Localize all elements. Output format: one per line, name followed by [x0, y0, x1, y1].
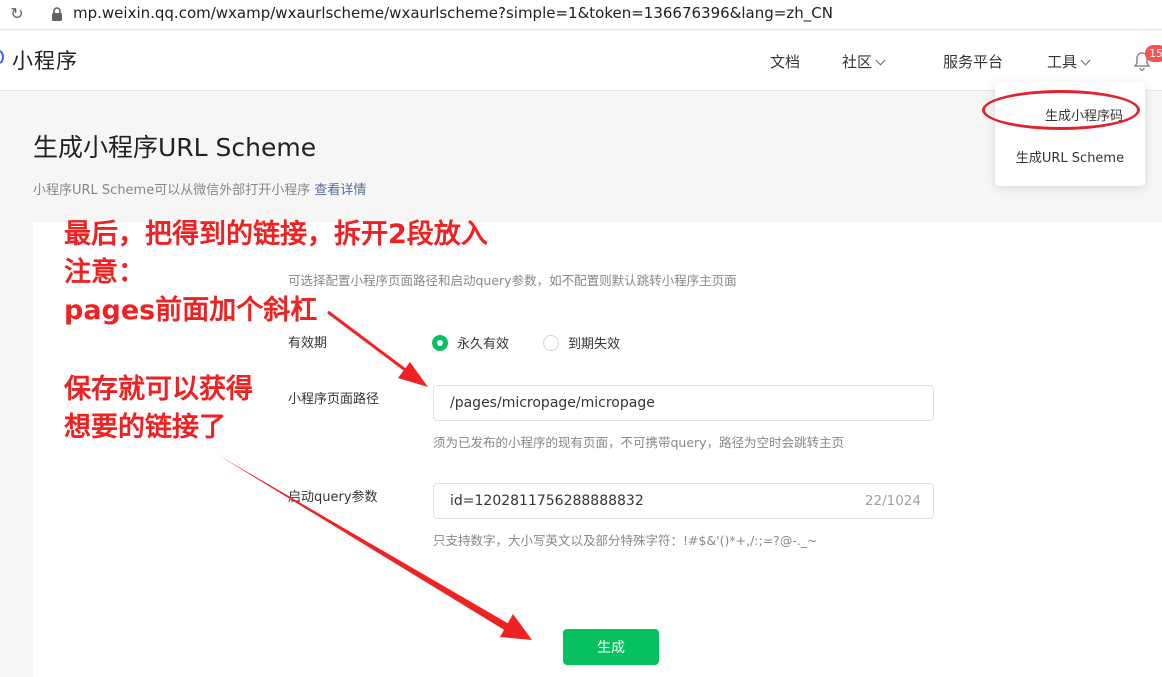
nav-service-platform-label: 服务平台 — [943, 53, 1004, 71]
top-nav: 小程序 文档 社区 服务平台 工具 15 — [0, 31, 1162, 91]
lock-icon — [52, 7, 62, 21]
detail-link[interactable]: 查看详情 — [314, 183, 366, 198]
nav-service-platform[interactable]: 服务平台 — [943, 51, 1003, 72]
query-hint: 只支持数字，大小写英文以及部分特殊字符：!#$&'()*+,/:;=?@-._~ — [433, 533, 818, 548]
char-counter: 22/1024 — [864, 493, 921, 509]
nav-community[interactable]: 社区 — [842, 51, 886, 72]
nav-docs-label: 文档 — [770, 53, 801, 71]
brand-name[interactable]: 小程序 — [12, 45, 78, 75]
description-text: 小程序URL Scheme可以从微信外部打开小程序 — [33, 183, 311, 198]
brand-logo-icon — [0, 50, 4, 64]
radio-permanent-label: 永久有效 — [457, 337, 510, 352]
menu-item-generate-qrcode[interactable]: 生成小程序码 — [995, 105, 1145, 124]
annotation-note-2: 保存就可以获得 想要的链接了 — [64, 371, 253, 447]
reload-icon[interactable]: ↻ — [8, 5, 26, 23]
nav-docs[interactable]: 文档 — [770, 51, 800, 72]
annotation-line: 保存就可以获得 — [64, 374, 253, 405]
chevron-down-icon — [1080, 55, 1091, 66]
radio-permanent[interactable]: 永久有效 — [432, 333, 509, 352]
query-input[interactable] — [434, 484, 854, 518]
nav-community-label: 社区 — [842, 53, 873, 71]
radio-checked-icon — [432, 334, 448, 351]
generate-button[interactable]: 生成 — [563, 629, 659, 665]
tools-dropdown-menu: 生成小程序码 生成URL Scheme — [995, 82, 1145, 186]
annotation-line: pages前面加个斜杠 — [64, 295, 318, 326]
path-hint: 须为已发布的小程序的现有页面，不可携带query，路径为空时会跳转主页 — [433, 435, 845, 450]
annotation-line: 最后，把得到的链接，拆开2段放入 — [64, 219, 488, 250]
radio-expire[interactable]: 到期失效 — [543, 333, 620, 352]
annotation-line: 注意： — [64, 257, 145, 288]
radio-expire-label: 到期失效 — [568, 337, 621, 352]
browser-address-bar: ↻ mp.weixin.qq.com/wxamp/wxaurlscheme/wx… — [0, 0, 1162, 30]
url-text[interactable]: mp.weixin.qq.com/wxamp/wxaurlscheme/wxau… — [73, 3, 833, 23]
radio-unchecked-icon — [543, 334, 559, 351]
query-input-box: 22/1024 — [433, 483, 934, 519]
notification-badge: 15 — [1145, 45, 1162, 62]
page-description: 小程序URL Scheme可以从微信外部打开小程序 查看详情 — [33, 179, 366, 198]
path-input[interactable] — [434, 386, 854, 420]
query-label: 启动query参数 — [288, 490, 378, 505]
validity-label: 有效期 — [288, 336, 328, 351]
chevron-down-icon — [875, 55, 886, 66]
path-label: 小程序页面路径 — [288, 392, 380, 407]
annotation-note-1: 最后，把得到的链接，拆开2段放入 注意： pages前面加个斜杠 — [64, 216, 488, 330]
nav-tools-label: 工具 — [1047, 53, 1078, 71]
nav-tools[interactable]: 工具 — [1047, 51, 1091, 72]
menu-item-generate-url-scheme[interactable]: 生成URL Scheme — [995, 147, 1145, 166]
path-input-box — [433, 385, 934, 421]
annotation-line: 想要的链接了 — [64, 412, 226, 443]
page-title: 生成小程序URL Scheme — [33, 133, 317, 162]
